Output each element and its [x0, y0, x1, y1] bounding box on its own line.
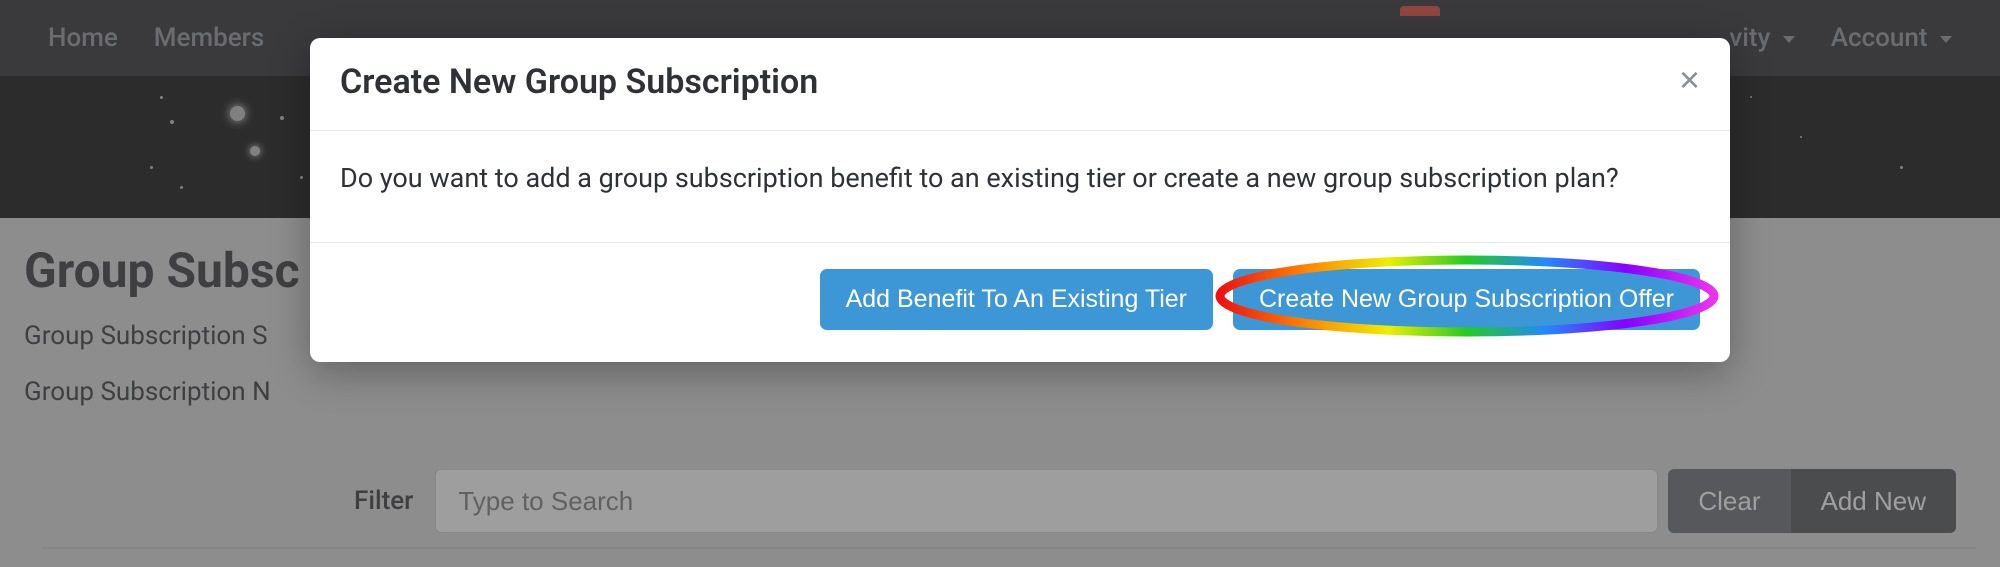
close-icon: ×: [1679, 59, 1700, 100]
close-button[interactable]: ×: [1679, 62, 1700, 98]
modal-header: Create New Group Subscription ×: [310, 38, 1730, 131]
modal-footer: Add Benefit To An Existing Tier Create N…: [310, 243, 1730, 362]
modal-title: Create New Group Subscription: [340, 62, 818, 102]
modal-body-text: Do you want to add a group subscription …: [340, 159, 1700, 198]
create-new-group-subscription-offer-button[interactable]: Create New Group Subscription Offer: [1233, 269, 1700, 330]
add-benefit-existing-tier-button[interactable]: Add Benefit To An Existing Tier: [820, 269, 1213, 330]
create-subscription-modal: Create New Group Subscription × Do you w…: [310, 38, 1730, 362]
modal-body: Do you want to add a group subscription …: [310, 131, 1730, 243]
